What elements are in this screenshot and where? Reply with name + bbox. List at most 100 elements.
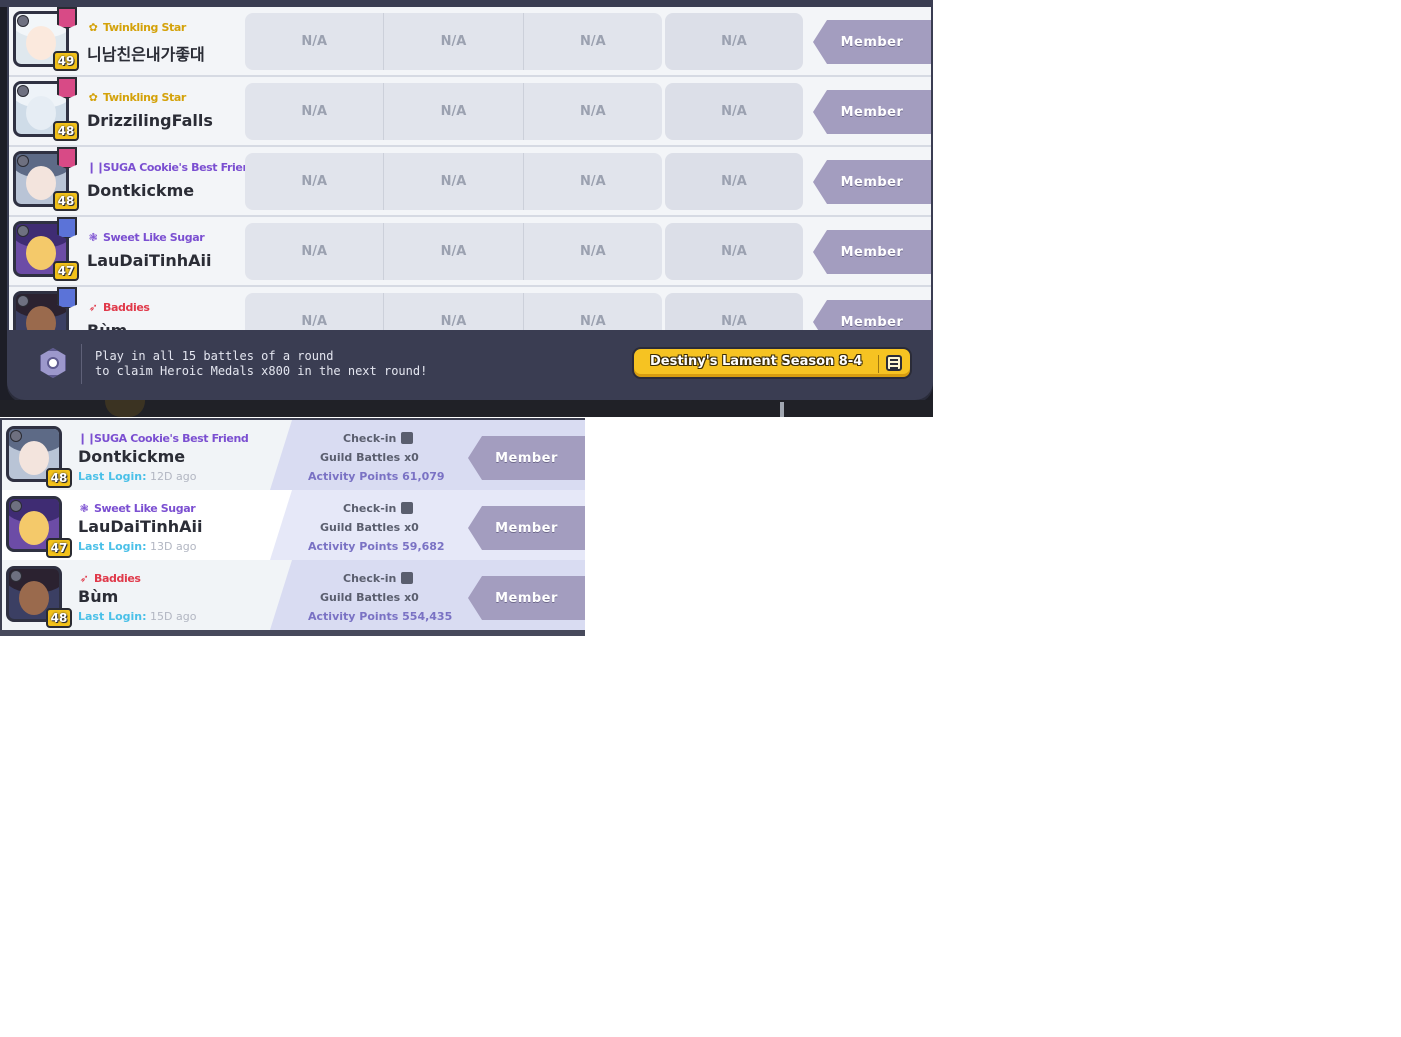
season-button[interactable]: Destiny's Lament Season 8-4 [632, 347, 912, 379]
guild-battles: Guild Battles x0 [320, 451, 419, 464]
online-status-dot [10, 430, 22, 442]
online-status-dot [10, 570, 22, 582]
last-login-value: 13D ago [150, 540, 197, 553]
member-role-button[interactable]: Member [813, 160, 931, 204]
guild-battles-label: Guild Battles [320, 451, 401, 464]
member-list[interactable]: 49 ✿ Twinkling Star 니남친은내가좋대 N/A N/A N/A … [9, 7, 931, 330]
panel-footer: Play in all 15 battles of a round to cla… [8, 330, 932, 398]
player-title-text: Sweet Like Sugar [94, 502, 196, 515]
stat-cell: N/A [384, 293, 524, 330]
sparkle-icon: ✿ [88, 21, 98, 34]
player-name: Dontkickme [78, 447, 186, 466]
rank-flag-icon [57, 77, 77, 99]
guild-battles: Guild Battles x0 [320, 591, 419, 604]
checkin-status: Check-in [343, 502, 414, 515]
member-row[interactable]: 48 ❙❙SUGA Cookie's Best Friend Dontkickm… [2, 420, 585, 490]
member-role-button[interactable]: Member [813, 90, 931, 134]
last-login: Last Login: 12D ago [78, 470, 196, 483]
member-role-button[interactable]: Member [813, 230, 931, 274]
last-login-label: Last Login: [78, 610, 147, 623]
member-role-button[interactable]: Member [813, 300, 931, 330]
online-status-dot [17, 15, 29, 27]
player-name: Dontkickme [87, 181, 195, 200]
member-row[interactable]: 48 ➶ Baddies Bùm Last Login: 15D ago Chec… [2, 560, 585, 630]
stat-cell: N/A [384, 13, 524, 70]
online-status-dot [17, 85, 29, 97]
activity-points-value: 61,079 [402, 470, 445, 483]
player-name: LauDaiTinhAii [87, 251, 212, 270]
player-title: ❙❙SUGA Cookie's Best Friend [87, 161, 258, 174]
checkin-checkbox-icon [401, 572, 414, 584]
activity-points-value: 554,435 [402, 610, 453, 623]
member-row[interactable]: 47 ❃ Sweet Like Sugar LauDaiTinhAii N/A N… [9, 217, 931, 287]
member-row[interactable]: 48 ✿ Twinkling Star DrizzilingFalls N/A N… [9, 77, 931, 147]
player-name: Bùm [78, 587, 119, 606]
activity-points: Activity Points 61,079 [308, 470, 445, 483]
level-badge: 48 [46, 608, 72, 628]
reward-hint-line-2: to claim Heroic Medals x800 in the next … [95, 364, 428, 378]
guild-battles-value: x0 [404, 591, 419, 604]
level-badge: 48 [53, 121, 79, 141]
checkin-label: Check-in [343, 502, 397, 515]
player-title-text: SUGA Cookie's Best Friend [103, 161, 258, 174]
member-role-button[interactable]: Member [468, 436, 585, 480]
member-row[interactable]: 47 ❃ Sweet Like Sugar LauDaiTinhAii Last … [2, 490, 585, 560]
activity-points-label: Activity Points [308, 540, 399, 553]
member-row[interactable]: 48 ❙❙SUGA Cookie's Best Friend Dontkickm… [9, 147, 931, 217]
player-title-text: Sweet Like Sugar [103, 231, 205, 244]
stat-cell-highlight: N/A [665, 223, 803, 280]
avatar-face [26, 96, 56, 130]
stat-cell: N/A [245, 83, 385, 140]
player-name: 니남친은내가좋대 [87, 45, 205, 64]
player-name: Bùm [87, 321, 127, 330]
stat-cell: N/A [384, 153, 524, 210]
rank-flag-icon [57, 287, 77, 309]
guild-battles-value: x0 [404, 451, 419, 464]
online-status-dot [17, 155, 29, 167]
member-role-button[interactable]: Member [813, 20, 931, 64]
stats-group: N/A N/A N/A [245, 83, 662, 140]
banner-icon: ❙❙ [87, 161, 105, 174]
player-title: ✿ Twinkling Star [87, 21, 187, 34]
activity-points-value: 59,682 [402, 540, 445, 553]
wing-icon: ➶ [79, 572, 89, 585]
guild-battles: Guild Battles x0 [320, 521, 419, 534]
player-title-text: Twinkling Star [103, 21, 186, 34]
guild-member-panel-bottom: 48 ❙❙SUGA Cookie's Best Friend Dontkickm… [0, 418, 585, 636]
player-title: ➶ Baddies [78, 572, 141, 585]
member-role-button[interactable]: Member [468, 506, 585, 550]
stat-cell-highlight: N/A [665, 293, 803, 330]
activity-points: Activity Points 554,435 [308, 610, 452, 623]
level-badge: 47 [53, 261, 79, 281]
stat-cell: N/A [579, 34, 606, 49]
avatar-face [26, 26, 56, 60]
last-login-value: 12D ago [150, 470, 197, 483]
stat-cell: N/A [245, 153, 385, 210]
stat-cell: N/A [579, 244, 606, 259]
member-row[interactable]: 49 ✿ Twinkling Star 니남친은내가좋대 N/A N/A N/A … [9, 7, 931, 77]
stat-cell: N/A [245, 223, 385, 280]
stat-cell: N/A [384, 83, 524, 140]
avatar-face [26, 166, 56, 200]
checkin-checkbox-icon [401, 432, 414, 444]
member-role-button[interactable]: Member [468, 576, 585, 620]
level-badge: 48 [53, 191, 79, 211]
background-strip [0, 400, 933, 417]
reward-hint-line-1: Play in all 15 battles of a round [95, 349, 334, 363]
rank-flag-icon [57, 7, 77, 29]
activity-points-label: Activity Points [308, 470, 399, 483]
member-row[interactable]: 48 ➶Baddies Bùm N/A N/A N/A N/A Member [9, 287, 931, 330]
stat-cell: N/A [579, 174, 606, 189]
player-title-text: Baddies [103, 301, 150, 314]
stats-group: N/A N/A N/A [245, 293, 662, 330]
wing-icon: ➶ [88, 301, 98, 314]
menu-icon[interactable] [886, 355, 902, 371]
stat-cell: N/A [384, 223, 524, 280]
online-status-dot [17, 295, 29, 307]
player-title-text: Baddies [94, 572, 141, 585]
rank-flag-icon [57, 147, 77, 169]
player-title: ❃ Sweet Like Sugar [87, 231, 205, 244]
stat-cell-highlight: N/A [665, 83, 803, 140]
stat-cell-highlight: N/A [665, 153, 803, 210]
avatar-face [19, 511, 49, 545]
